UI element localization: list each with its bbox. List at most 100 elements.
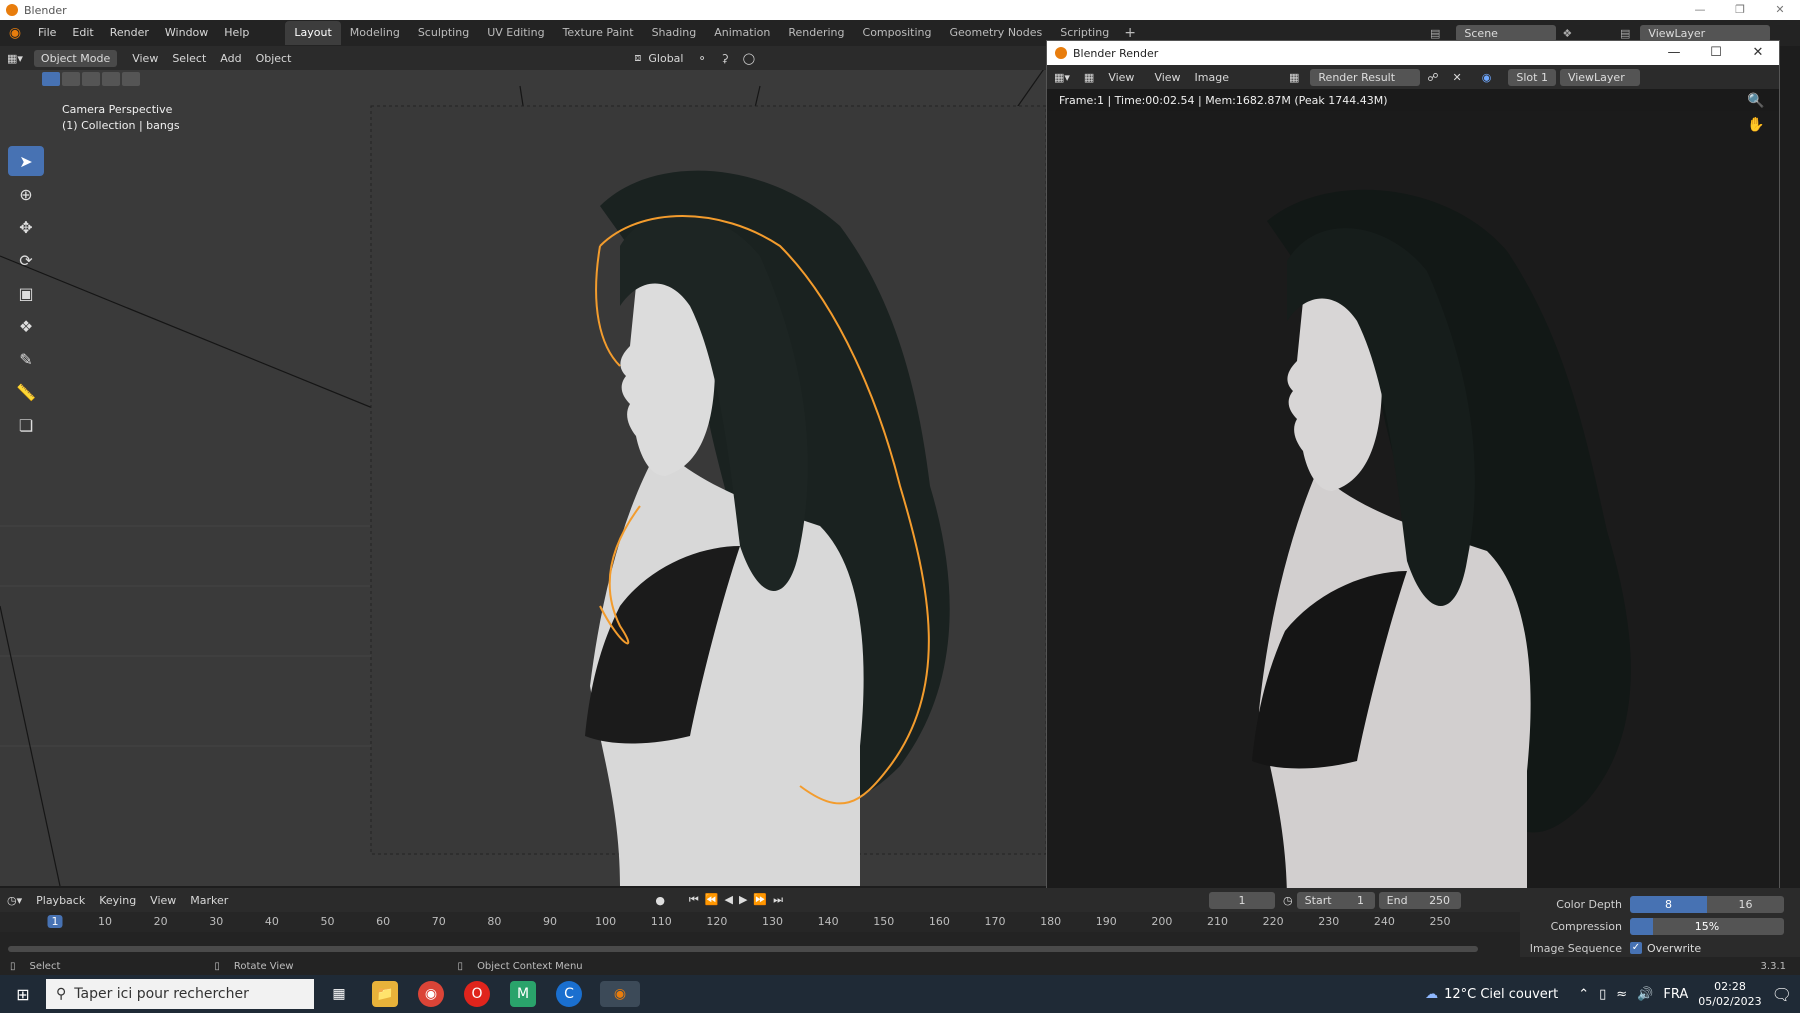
blender-menu-icon[interactable]: ◉ (0, 25, 30, 41)
file-explorer-icon[interactable]: 📁 (372, 981, 398, 1007)
pivot-icon[interactable]: ⚬ (690, 52, 713, 65)
render-result-image[interactable] (1047, 111, 1779, 901)
battery-icon[interactable]: ▯ (1599, 987, 1606, 1002)
select-invert-icon[interactable] (102, 72, 120, 86)
compression-slider[interactable]: 15% (1630, 917, 1784, 935)
menu-file[interactable]: File (30, 20, 64, 46)
transform-tool-icon[interactable]: ❖ (8, 311, 44, 341)
app-m-icon[interactable]: M (510, 981, 536, 1007)
slot-dropdown[interactable]: Slot 1 (1508, 68, 1556, 86)
clock[interactable]: 02:28 05/02/2023 (1698, 979, 1761, 1009)
render-viewlayer-dropdown[interactable]: ViewLayer (1559, 68, 1640, 86)
image-name-field[interactable]: Render Result (1310, 68, 1421, 86)
viewport-menu-select[interactable]: Select (165, 52, 213, 65)
start-frame-field[interactable]: Start 1 (1296, 891, 1375, 909)
editor-type-icon[interactable]: ▦▾ (1047, 71, 1077, 84)
editor-type-icon[interactable]: ▦▾ (0, 52, 30, 65)
current-frame-field[interactable]: 1 (1209, 891, 1276, 909)
viewport-menu-view[interactable]: View (125, 52, 165, 65)
add-workspace-icon[interactable]: + (1118, 25, 1142, 41)
close-icon[interactable]: ✕ (1760, 0, 1800, 20)
menu-render[interactable]: Render (102, 20, 157, 46)
tab-sculpting[interactable]: Sculpting (409, 21, 478, 45)
color-depth-16[interactable]: 16 (1707, 895, 1784, 913)
end-frame-field[interactable]: End 250 (1378, 891, 1461, 909)
timeline-menu-keying[interactable]: Keying (92, 894, 143, 907)
clock-icon[interactable]: ◷ (1283, 894, 1293, 907)
menu-help[interactable]: Help (216, 20, 257, 46)
render-window[interactable]: Blender Render — ☐ ✕ ▦▾ ▦ View View Imag… (1046, 40, 1780, 901)
tab-shading[interactable]: Shading (643, 21, 706, 45)
task-view-icon[interactable]: ▦ (326, 981, 352, 1007)
opera-icon[interactable]: O (464, 981, 490, 1007)
maximize-icon[interactable]: ☐ (1695, 41, 1737, 65)
menu-window[interactable]: Window (157, 20, 216, 46)
restore-icon[interactable]: ❐ (1720, 0, 1760, 20)
timeline-editor[interactable]: ◷▾ Playback Keying View Marker ● ⏮⏪◀▶⏩⏭ … (0, 888, 1520, 960)
tab-texture-paint[interactable]: Texture Paint (554, 21, 643, 45)
minimize-icon[interactable]: — (1680, 0, 1720, 20)
color-depth-8[interactable]: 8 (1630, 895, 1707, 913)
pin-icon[interactable]: ❖ (1562, 27, 1572, 40)
render-menu-view[interactable]: View (1147, 71, 1187, 84)
language-indicator[interactable]: FRA (1663, 987, 1688, 1002)
chrome-icon[interactable]: ◉ (418, 981, 444, 1007)
tab-compositing[interactable]: Compositing (854, 21, 941, 45)
close-icon[interactable]: ✕ (1737, 41, 1779, 65)
notifications-icon[interactable]: 🗨 (1772, 985, 1792, 1004)
rotate-tool-icon[interactable]: ⟳ (8, 245, 44, 275)
scale-tool-icon[interactable]: ▣ (8, 278, 44, 308)
select-extend-icon[interactable] (62, 72, 80, 86)
timeline-menu-view[interactable]: View (143, 894, 183, 907)
display-channels-icon[interactable]: ◉ (1475, 71, 1499, 84)
move-tool-icon[interactable]: ✥ (8, 212, 44, 242)
fake-user-icon[interactable]: ☍ (1420, 71, 1445, 84)
unlink-image-icon[interactable]: ✕ (1446, 71, 1469, 84)
mode-dropdown[interactable]: Object Mode (33, 49, 118, 67)
viewport-menu-add[interactable]: Add (213, 52, 248, 65)
record-icon[interactable]: ● (655, 894, 665, 907)
color-depth-toggle[interactable]: 8 16 (1630, 895, 1784, 913)
annotate-tool-icon[interactable]: ✎ (8, 344, 44, 374)
app-c-icon[interactable]: C (556, 981, 582, 1007)
volume-icon[interactable]: 🔊 (1637, 987, 1653, 1002)
proportional-edit-icon[interactable]: ◯ (736, 52, 762, 65)
weather-text[interactable]: 12°C Ciel couvert (1444, 987, 1558, 1002)
timeline-menu-playback[interactable]: Playback (29, 894, 92, 907)
windows-start-icon[interactable]: ⊞ (10, 981, 36, 1007)
select-box-tool-icon[interactable]: ➤ (8, 146, 44, 176)
editor-type-icon[interactable]: ◷▾ (0, 894, 29, 907)
timeline-scrollbar[interactable] (8, 946, 1478, 952)
wifi-icon[interactable]: ≈ (1616, 987, 1627, 1002)
menu-edit[interactable]: Edit (64, 20, 101, 46)
transform-orientation-dropdown[interactable]: Global (641, 52, 690, 65)
select-intersect-icon[interactable] (122, 72, 140, 86)
render-menu-view-dropdown[interactable]: View (1101, 71, 1141, 84)
timeline-ruler[interactable]: 1 10 20 30 40 50 60 70 80 90 100 110 120 130 140 150 160… (0, 912, 1520, 932)
add-cube-tool-icon[interactable]: ❏ (8, 410, 44, 440)
overwrite-checkbox[interactable]: ✓ (1630, 942, 1642, 954)
select-new-icon[interactable] (42, 72, 60, 86)
view-mode-icon[interactable]: ▦ (1077, 71, 1101, 84)
minimize-icon[interactable]: — (1653, 41, 1695, 65)
render-menu-image[interactable]: Image (1188, 71, 1236, 84)
taskbar-search-input[interactable]: ⚲ Taper ici pour rechercher (46, 979, 314, 1009)
tab-geometry-nodes[interactable]: Geometry Nodes (940, 21, 1051, 45)
3d-viewport[interactable]: ▦▾ Object Mode View Select Add Object ⧈ … (0, 46, 1046, 886)
tab-uv-editing[interactable]: UV Editing (478, 21, 553, 45)
playback-controls[interactable]: ⏮⏪◀▶⏩⏭ (689, 893, 789, 907)
tab-layout[interactable]: Layout (285, 21, 341, 45)
tab-animation[interactable]: Animation (705, 21, 779, 45)
tray-chevron-icon[interactable]: ⌃ (1578, 987, 1589, 1002)
snap-icon[interactable]: ⚳ (714, 52, 736, 65)
cursor-tool-icon[interactable]: ⊕ (8, 179, 44, 209)
blender-taskbar-icon[interactable]: ◉ (600, 981, 640, 1007)
pan-hand-icon[interactable]: ✋ (1747, 117, 1764, 133)
image-browse-icon[interactable]: ▦ (1282, 71, 1306, 84)
measure-tool-icon[interactable]: 📏 (8, 377, 44, 407)
select-subtract-icon[interactable] (82, 72, 100, 86)
timeline-menu-marker[interactable]: Marker (183, 894, 235, 907)
zoom-view-icon[interactable]: 🔍 (1747, 93, 1764, 109)
viewport-menu-object[interactable]: Object (249, 52, 299, 65)
tab-modeling[interactable]: Modeling (341, 21, 409, 45)
